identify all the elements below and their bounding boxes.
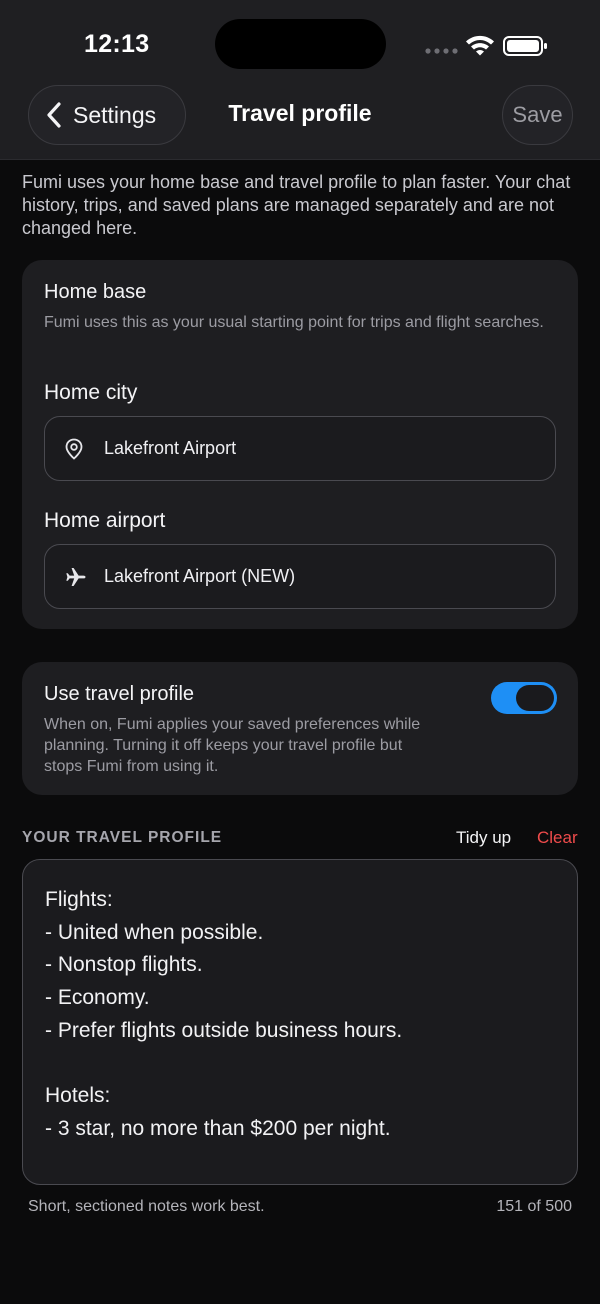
home-city-input[interactable]: Lakefront Airport [44, 416, 556, 481]
home-airport-label: Home airport [44, 509, 166, 532]
location-pin-icon [65, 438, 83, 460]
note-line: - Nonstop flights. [45, 953, 203, 977]
note-line: - Economy. [45, 986, 150, 1010]
home-base-card: Home base Fumi uses this as your usual s… [22, 260, 578, 629]
home-airport-input[interactable]: Lakefront Airport (NEW) [44, 544, 556, 609]
battery-icon [503, 36, 547, 56]
top-bar: 12:13 Settings Travel profile Save [0, 0, 600, 160]
note-line: - 3 star, no more than $200 per night. [45, 1116, 391, 1140]
note-line: - Prefer flights outside business hours. [45, 1018, 403, 1042]
home-base-subtitle: Fumi uses this as your usual starting po… [44, 314, 544, 331]
travel-profile-textarea[interactable]: Flights: - United when possible. - Nonst… [22, 859, 578, 1185]
save-button[interactable]: Save [502, 85, 573, 145]
notes-hint: Short, sectioned notes work best. [28, 1198, 265, 1215]
tidy-up-button[interactable]: Tidy up [456, 828, 511, 848]
airplane-icon [66, 567, 86, 586]
wifi-icon [466, 35, 494, 56]
travel-profile-toggle-card: Use travel profile When on, Fumi applies… [22, 662, 578, 795]
note-line: Hotels: [45, 1084, 111, 1108]
toggle-knob [516, 685, 554, 711]
character-count: 151 of 500 [496, 1198, 572, 1215]
home-base-title: Home base [44, 281, 147, 303]
signal-dots-icon [425, 48, 458, 54]
section-label: YOUR TRAVEL PROFILE [22, 829, 223, 846]
use-travel-profile-subtitle: When on, Fumi applies your saved prefere… [44, 716, 421, 775]
use-travel-profile-title: Use travel profile [44, 683, 195, 705]
intro-text: Fumi uses your home base and travel prof… [22, 172, 571, 238]
note-line: Flights: [45, 888, 113, 911]
dynamic-island [215, 19, 386, 69]
use-travel-profile-toggle[interactable] [491, 682, 557, 714]
status-time: 12:13 [84, 30, 150, 58]
home-city-value: Lakefront Airport [104, 438, 237, 458]
status-icons [425, 35, 547, 56]
note-line: - United when possible. [45, 920, 264, 944]
clear-button[interactable]: Clear [537, 828, 578, 848]
home-city-label: Home city [44, 381, 138, 404]
note-line [45, 1047, 555, 1080]
home-airport-value: Lakefront Airport (NEW) [104, 566, 296, 586]
